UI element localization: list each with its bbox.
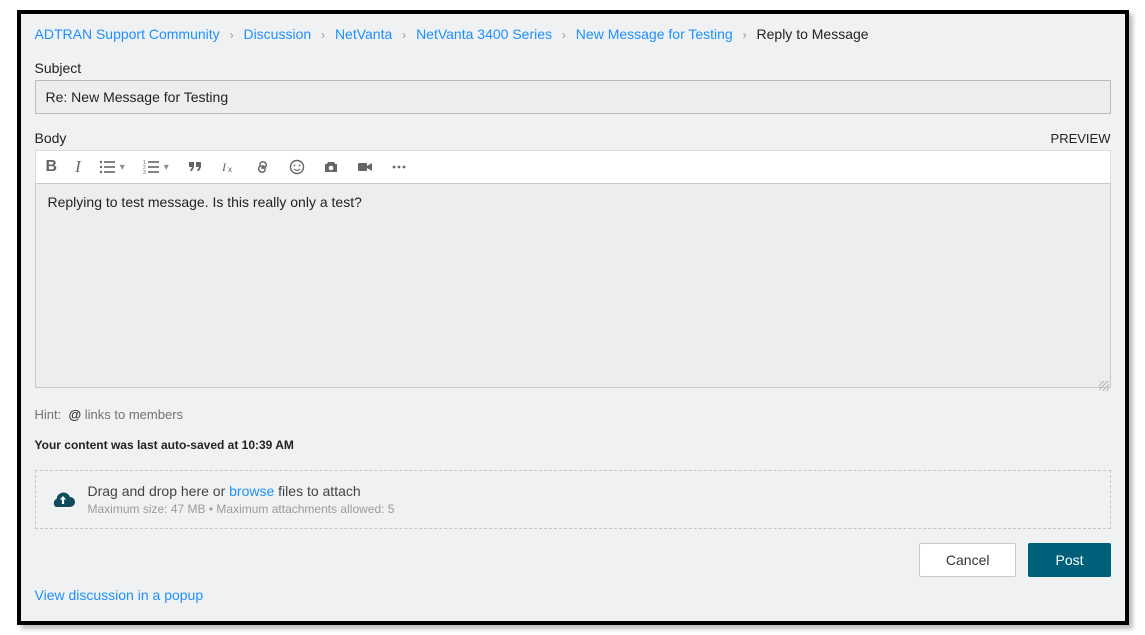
- emoji-icon: [289, 159, 305, 175]
- photo-button[interactable]: [323, 159, 339, 175]
- breadcrumb: ADTRAN Support Community › Discussion › …: [35, 26, 1111, 42]
- breadcrumb-link[interactable]: New Message for Testing: [576, 26, 733, 42]
- emoji-button[interactable]: [289, 159, 305, 175]
- action-bar: Cancel Post: [35, 543, 1111, 577]
- editor-resize-handle[interactable]: [35, 183, 1111, 393]
- numbered-list-icon: 123: [143, 159, 159, 175]
- attachment-dropzone[interactable]: Drag and drop here or browse files to at…: [35, 470, 1111, 529]
- clear-format-icon: Ix: [221, 159, 237, 175]
- reply-form-container: ADTRAN Support Community › Discussion › …: [17, 10, 1129, 625]
- at-mention-icon: @: [68, 407, 81, 422]
- breadcrumb-link[interactable]: NetVanta: [335, 26, 392, 42]
- chevron-down-icon: ▾: [120, 162, 125, 173]
- autosave-status: Your content was last auto-saved at 10:3…: [35, 438, 1111, 452]
- breadcrumb-current: Reply to Message: [757, 26, 869, 42]
- more-button[interactable]: [391, 159, 407, 175]
- clear-format-button[interactable]: Ix: [221, 159, 237, 175]
- breadcrumb-separator: ›: [402, 28, 406, 42]
- more-icon: [391, 159, 407, 175]
- upload-cloud-icon: [50, 489, 76, 511]
- browse-link[interactable]: browse: [229, 483, 274, 499]
- view-popup-link[interactable]: View discussion in a popup: [35, 587, 204, 603]
- video-button[interactable]: [357, 159, 373, 175]
- editor-toolbar: B I ▾ 123 ▾ Ix: [35, 150, 1111, 183]
- breadcrumb-separator: ›: [321, 28, 325, 42]
- dropzone-meta: Maximum size: 47 MB • Maximum attachment…: [88, 502, 395, 516]
- svg-text:3: 3: [143, 170, 146, 175]
- breadcrumb-link[interactable]: ADTRAN Support Community: [35, 26, 220, 42]
- svg-text:I: I: [221, 160, 227, 174]
- bullet-list-icon: [99, 159, 115, 175]
- camera-icon: [323, 159, 339, 175]
- dropzone-text: Drag and drop here or browse files to at…: [88, 483, 395, 499]
- body-editor[interactable]: [35, 183, 1111, 388]
- svg-text:x: x: [228, 165, 232, 174]
- breadcrumb-link[interactable]: NetVanta 3400 Series: [416, 26, 552, 42]
- quote-button[interactable]: [187, 159, 203, 175]
- bold-button[interactable]: B: [46, 158, 58, 176]
- video-icon: [357, 159, 373, 175]
- chevron-down-icon: ▾: [164, 162, 169, 173]
- italic-button[interactable]: I: [75, 157, 81, 177]
- bullet-list-button[interactable]: ▾: [99, 159, 125, 175]
- breadcrumb-separator: ›: [743, 28, 747, 42]
- numbered-list-button[interactable]: 123 ▾: [143, 159, 169, 175]
- breadcrumb-separator: ›: [230, 28, 234, 42]
- breadcrumb-link[interactable]: Discussion: [243, 26, 311, 42]
- preview-link[interactable]: PREVIEW: [1051, 131, 1111, 146]
- subject-input[interactable]: [35, 80, 1111, 114]
- link-button[interactable]: [255, 159, 271, 175]
- hint-text: Hint: @ links to members: [35, 407, 1111, 422]
- link-icon: [255, 159, 271, 175]
- body-label: Body: [35, 130, 67, 146]
- quote-icon: [187, 159, 203, 175]
- subject-label: Subject: [35, 60, 1111, 76]
- post-button[interactable]: Post: [1028, 543, 1110, 577]
- cancel-button[interactable]: Cancel: [919, 543, 1017, 577]
- breadcrumb-separator: ›: [562, 28, 566, 42]
